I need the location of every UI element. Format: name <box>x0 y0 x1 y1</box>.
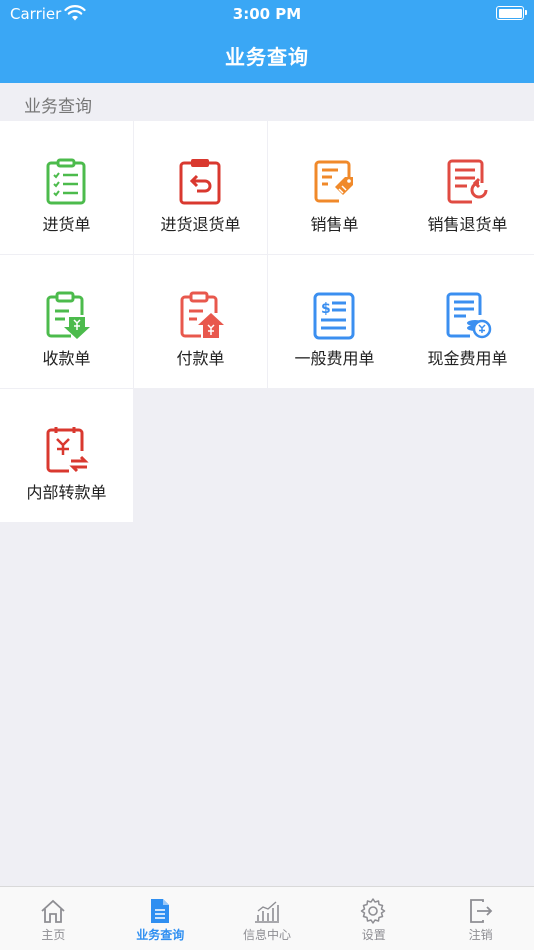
payment-icon <box>180 291 224 338</box>
logout-icon <box>470 899 493 923</box>
grid-item-purchase-return[interactable]: 进货退货单 <box>134 121 267 254</box>
grid-item-label: 现金费用单 <box>427 349 508 368</box>
gear-icon <box>361 898 386 924</box>
grid-item-sales-order[interactable]: 销售单 <box>268 121 401 254</box>
sales-return-icon <box>447 159 488 204</box>
page-title: 业务查询 <box>225 45 309 69</box>
grid-item-label: 一般费用单 <box>294 349 375 368</box>
tab-label: 信息中心 <box>242 928 291 942</box>
tab-label: 注销 <box>468 928 493 942</box>
grid-item-sales-return[interactable]: 销售退货单 <box>401 121 534 254</box>
svg-text:$: $ <box>321 301 331 317</box>
purchase-return-icon <box>179 159 221 205</box>
grid-item-internal-transfer[interactable]: 内部转款单 <box>0 389 133 522</box>
tab-bar: 主页 业务查询 信息中心 设置 注销 <box>0 886 534 950</box>
grid-item-label: 收款单 <box>42 349 91 368</box>
grid-item-label: 销售单 <box>310 215 359 234</box>
internal-transfer-icon <box>46 427 89 473</box>
section-title: 业务查询 <box>24 97 92 117</box>
general-expense-icon: $ <box>313 292 355 340</box>
tab-label: 业务查询 <box>136 928 185 942</box>
tab-home[interactable]: 主页 <box>0 887 107 950</box>
grid-item-label: 销售退货单 <box>427 215 508 234</box>
tab-settings[interactable]: 设置 <box>320 887 427 950</box>
tab-label: 设置 <box>361 928 386 942</box>
home-icon <box>41 899 65 923</box>
sales-order-icon <box>314 160 353 203</box>
grid-item-payment[interactable]: 付款单 <box>134 255 267 388</box>
tab-info-center[interactable]: 信息中心 <box>214 887 321 950</box>
battery-icon <box>496 6 527 20</box>
grid-item-cash-expense[interactable]: 现金费用单 <box>401 255 534 388</box>
tab-logout[interactable]: 注销 <box>427 887 534 950</box>
tab-business-query[interactable]: 业务查询 <box>107 887 214 950</box>
grid-item-receipt[interactable]: 收款单 <box>0 255 133 388</box>
purchase-order-icon <box>46 158 86 205</box>
status-bar: Carrier 3:00 PM <box>0 0 534 28</box>
grid-item-label: 付款单 <box>176 349 225 368</box>
document-icon <box>150 899 169 923</box>
grid-item-label: 进货单 <box>42 215 91 234</box>
cash-expense-icon <box>446 292 492 339</box>
tab-label: 主页 <box>41 928 66 942</box>
grid-item-purchase-order[interactable]: 进货单 <box>0 121 133 254</box>
status-time: 3:00 PM <box>232 5 302 23</box>
receipt-icon <box>46 291 90 339</box>
grid-item-general-expense[interactable]: $ 一般费用单 <box>268 255 401 388</box>
grid-item-label: 进货退货单 <box>160 215 241 234</box>
chart-icon <box>254 901 279 923</box>
navigation-bar: 业务查询 <box>0 28 534 83</box>
grid-item-label: 内部转款单 <box>26 483 107 502</box>
